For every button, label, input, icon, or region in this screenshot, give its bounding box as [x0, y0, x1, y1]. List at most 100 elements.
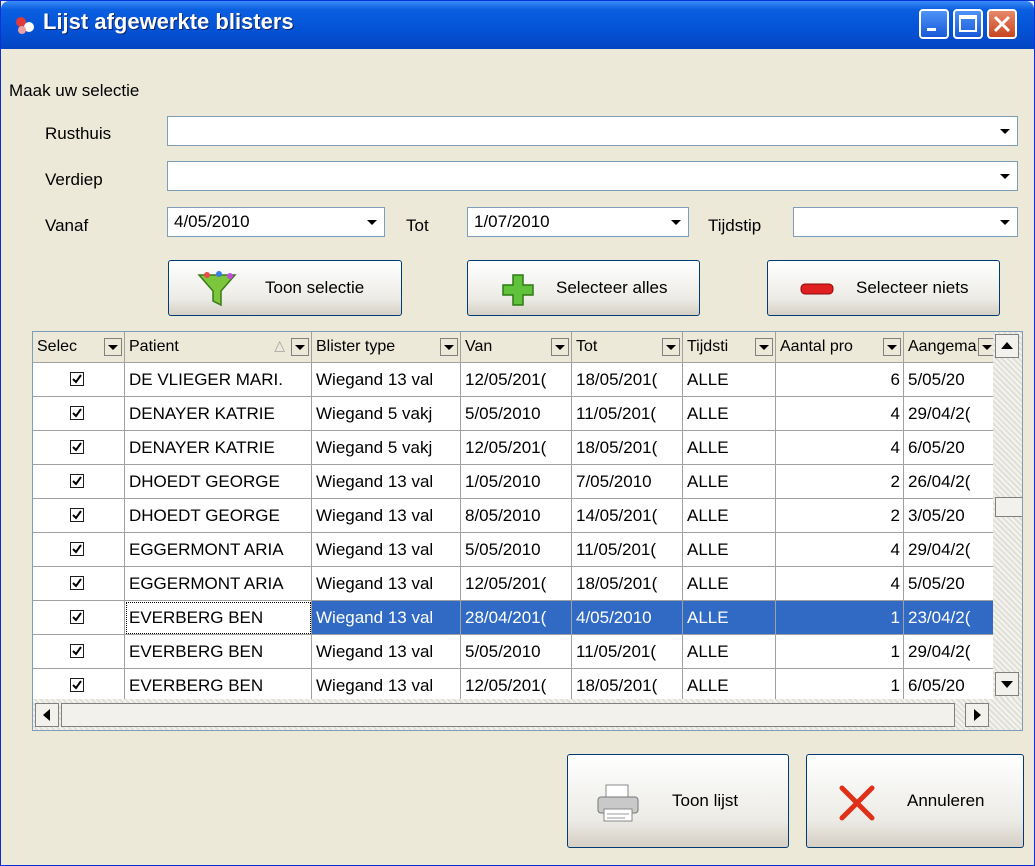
row-checkbox-cell[interactable] — [33, 499, 125, 533]
checkbox-checked-icon[interactable] — [70, 610, 84, 624]
scroll-up-button[interactable] — [995, 334, 1019, 358]
cell-aantal: 6 — [776, 363, 904, 397]
checkbox-checked-icon[interactable] — [70, 542, 84, 556]
scroll-h-thumb[interactable] — [61, 703, 955, 727]
cell-tijdstip: ALLE — [683, 397, 776, 431]
scroll-down-button[interactable] — [995, 672, 1019, 696]
column-header-tot[interactable]: Tot — [572, 332, 683, 363]
close-button[interactable] — [987, 9, 1017, 39]
checkbox-checked-icon[interactable] — [70, 678, 84, 692]
tijdstip-combo[interactable] — [793, 207, 1018, 237]
row-checkbox-cell[interactable] — [33, 363, 125, 397]
selecteer-alles-button[interactable]: Selecteer alles — [467, 260, 700, 316]
cell-van: 5/05/2010 — [461, 397, 572, 431]
scroll-thumb[interactable] — [995, 497, 1022, 517]
checkbox-checked-icon[interactable] — [70, 508, 84, 522]
cell-patient: DHOEDT GEORGE — [125, 499, 312, 533]
column-header-selec[interactable]: Selec — [33, 332, 125, 363]
annuleren-button[interactable]: Annuleren — [806, 754, 1024, 848]
table-row[interactable]: DE VLIEGER MARI. Wiegand 13 val 12/05/201(… — [33, 363, 993, 397]
cell-aantal: 4 — [776, 533, 904, 567]
scroll-left-button[interactable] — [35, 703, 59, 727]
cell-aangemaakt: 6/05/20 — [904, 431, 993, 465]
minimize-button[interactable] — [919, 9, 949, 39]
column-header-label: Selec — [37, 338, 78, 355]
checkbox-checked-icon[interactable] — [70, 474, 84, 488]
row-checkbox-cell[interactable] — [33, 397, 125, 431]
scroll-down-icon — [1001, 681, 1013, 688]
row-checkbox-cell[interactable] — [33, 669, 125, 699]
column-header-blister-type[interactable]: Blister type — [312, 332, 461, 363]
column-header-tijdstip[interactable]: Tijdsti — [683, 332, 776, 363]
minimize-icon — [927, 28, 936, 31]
rusthuis-combo[interactable] — [167, 116, 1018, 146]
column-header-label: Blister type — [316, 338, 396, 355]
row-checkbox-cell[interactable] — [33, 567, 125, 601]
cell-van: 5/05/2010 — [461, 533, 572, 567]
cell-aantal: 2 — [776, 499, 904, 533]
chevron-down-icon — [1000, 220, 1010, 225]
toon-lijst-button[interactable]: Toon lijst — [567, 754, 789, 848]
column-header-aantal[interactable]: Aantal pro — [776, 332, 904, 363]
cell-blister-type: Wiegand 13 val — [312, 465, 461, 499]
table-row[interactable]: EVERBERG BEN Wiegand 13 val 12/05/201(18/0… — [33, 669, 993, 699]
vanaf-date-picker[interactable]: 4/05/2010 — [167, 207, 385, 237]
table-row[interactable]: DENAYER KATRIE Wiegand 5 vakj 5/05/2010 11/… — [33, 397, 993, 431]
checkbox-checked-icon[interactable] — [70, 576, 84, 590]
verdiep-combo[interactable] — [167, 161, 1018, 191]
scroll-right-button[interactable] — [965, 703, 989, 727]
table-row[interactable]: EVERBERG BEN Wiegand 13 val 28/04/201(4/05… — [33, 601, 993, 635]
row-checkbox-cell[interactable] — [33, 465, 125, 499]
row-checkbox-cell[interactable] — [33, 533, 125, 567]
filter-dropdown-icon[interactable] — [104, 338, 122, 356]
cell-blister-type: Wiegand 13 val — [312, 533, 461, 567]
toon-selectie-button[interactable]: Toon selectie — [168, 260, 402, 316]
cell-tot: 4/05/2010 — [572, 601, 683, 635]
row-checkbox-cell[interactable] — [33, 431, 125, 465]
filter-dropdown-icon[interactable] — [291, 338, 309, 356]
column-header-van[interactable]: Van — [461, 332, 572, 363]
checkbox-checked-icon[interactable] — [70, 372, 84, 386]
selecteer-niets-label: Selecteer niets — [856, 278, 969, 297]
filter-dropdown-icon[interactable] — [440, 338, 458, 356]
table-row[interactable]: EGGERMONT ARIA Wiegand 13 val 5/05/2010 11/… — [33, 533, 993, 567]
row-checkbox-cell[interactable] — [33, 635, 125, 669]
table-row[interactable]: DHOEDT GEORGE Wiegand 13 val 1/05/2010 7/05… — [33, 465, 993, 499]
plus-icon — [502, 274, 534, 306]
cell-blister-type: Wiegand 5 vakj — [312, 397, 461, 431]
table-row[interactable]: DENAYER KATRIE Wiegand 5 vakj 12/05/201(18… — [33, 431, 993, 465]
checkbox-checked-icon[interactable] — [70, 406, 84, 420]
filter-dropdown-icon[interactable] — [662, 338, 680, 356]
cell-blister-type: Wiegand 13 val — [312, 635, 461, 669]
blister-grid[interactable]: Selec Patient △ Blister type Van Tot Tijdsti Aa… — [32, 331, 1023, 731]
cell-aangemaakt: 3/05/20 — [904, 499, 993, 533]
printer-icon — [597, 784, 639, 822]
cell-aangemaakt: 29/04/2( — [904, 533, 993, 567]
cell-blister-type: Wiegand 13 val — [312, 567, 461, 601]
cell-patient: DENAYER KATRIE — [125, 431, 312, 465]
cell-patient: EVERBERG BEN — [125, 635, 312, 669]
tot-value: 1/07/2010 — [474, 212, 550, 231]
column-header-label: Aantal pro — [780, 338, 853, 355]
row-checkbox-cell[interactable] — [33, 601, 125, 635]
filter-dropdown-icon[interactable] — [551, 338, 569, 356]
filter-dropdown-icon[interactable] — [755, 338, 773, 356]
maximize-button[interactable] — [953, 9, 983, 39]
tot-date-picker[interactable]: 1/07/2010 — [467, 207, 689, 237]
cell-aangemaakt: 26/04/2( — [904, 465, 993, 499]
table-row[interactable]: EVERBERG BEN Wiegand 13 val 5/05/2010 11/05… — [33, 635, 993, 669]
vertical-scrollbar[interactable] — [993, 332, 1022, 699]
checkbox-checked-icon[interactable] — [70, 644, 84, 658]
cell-van: 12/05/201( — [461, 567, 572, 601]
selecteer-niets-button[interactable]: Selecteer niets — [767, 260, 1000, 316]
filter-dropdown-icon[interactable] — [978, 338, 993, 356]
column-header-patient[interactable]: Patient △ — [125, 332, 312, 363]
column-header-aangemaakt[interactable]: Aangema — [904, 332, 993, 363]
filter-dropdown-icon[interactable] — [883, 338, 901, 356]
horizontal-scrollbar[interactable] — [33, 699, 1022, 730]
table-row[interactable]: EGGERMONT ARIA Wiegand 13 val 12/05/201(18… — [33, 567, 993, 601]
title-bar[interactable]: Lijst afgewerkte blisters — [1, 1, 1034, 49]
table-row[interactable]: DHOEDT GEORGE Wiegand 13 val 8/05/2010 14/0… — [33, 499, 993, 533]
tot-label: Tot — [406, 216, 429, 235]
checkbox-checked-icon[interactable] — [70, 440, 84, 454]
